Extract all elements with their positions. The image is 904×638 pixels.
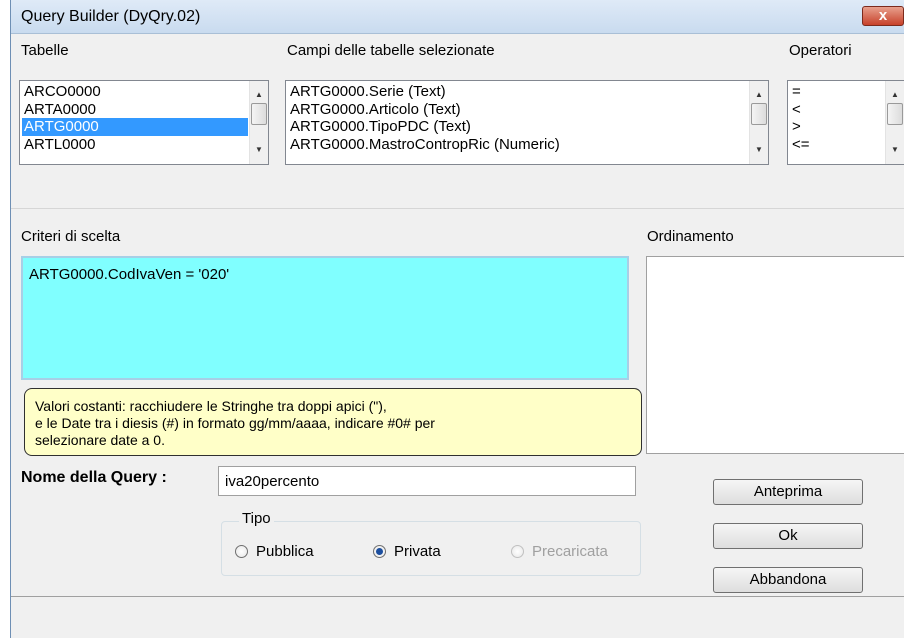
tipo-label: Tipo bbox=[239, 510, 274, 527]
list-item[interactable]: < bbox=[790, 101, 896, 119]
criteri-text: ARTG0000.CodIvaVen = '020' bbox=[29, 266, 230, 283]
hint-line: selezionare date a 0. bbox=[35, 432, 165, 448]
tabelle-label: Tabelle bbox=[21, 42, 69, 59]
list-item-selected[interactable]: ARTG0000 bbox=[22, 118, 248, 136]
list-item[interactable]: = bbox=[790, 83, 896, 101]
radio-label: Pubblica bbox=[256, 543, 314, 560]
close-button[interactable]: x bbox=[862, 6, 904, 26]
scroll-thumb[interactable] bbox=[751, 103, 767, 125]
list-item[interactable]: ARTG0000.Serie (Text) bbox=[288, 83, 748, 101]
window-title: Query Builder (DyQry.02) bbox=[21, 8, 201, 25]
scroll-thumb[interactable] bbox=[251, 103, 267, 125]
ok-button[interactable]: Ok bbox=[713, 523, 863, 549]
operatori-listbox[interactable]: = < > <= ▲ ▼ bbox=[787, 80, 904, 165]
scroll-down-icon[interactable]: ▼ bbox=[886, 142, 904, 158]
list-item[interactable]: ARTG0000.Articolo (Text) bbox=[288, 101, 748, 119]
divider bbox=[11, 208, 904, 209]
campi-label: Campi delle tabelle selezionate bbox=[287, 42, 495, 59]
operatori-label: Operatori bbox=[789, 42, 852, 59]
tabelle-scrollbar[interactable]: ▲ ▼ bbox=[249, 81, 268, 164]
scroll-down-icon[interactable]: ▼ bbox=[250, 142, 268, 158]
hint-line: e le Date tra i diesis (#) in formato gg… bbox=[35, 415, 435, 431]
radio-pubblica[interactable]: Pubblica bbox=[235, 543, 314, 560]
radio-checked-icon[interactable] bbox=[373, 545, 386, 558]
query-name-input[interactable]: iva20percento bbox=[218, 466, 636, 496]
hint-line: Valori costanti: racchiudere le Stringhe… bbox=[35, 398, 387, 414]
cancel-button[interactable]: Abbandona bbox=[713, 567, 863, 593]
status-bar bbox=[11, 596, 904, 638]
list-item[interactable]: ARTG0000.TipoPDC (Text) bbox=[288, 118, 748, 136]
close-icon: x bbox=[878, 7, 888, 24]
criteri-label: Criteri di scelta bbox=[21, 228, 121, 245]
scroll-up-icon[interactable]: ▲ bbox=[250, 87, 268, 103]
radio-label: Precaricata bbox=[532, 543, 608, 560]
list-item[interactable]: ARTA0000 bbox=[22, 101, 248, 119]
list-item[interactable]: ARCO0000 bbox=[22, 83, 248, 101]
scroll-up-icon[interactable]: ▲ bbox=[886, 87, 904, 103]
campi-listbox[interactable]: ARTG0000.Serie (Text) ARTG0000.Articolo … bbox=[285, 80, 769, 165]
preview-button[interactable]: Anteprima bbox=[713, 479, 863, 505]
list-item[interactable]: ARTG0000.MastroContropRic (Numeric) bbox=[288, 136, 748, 154]
criteri-textarea[interactable]: ARTG0000.CodIvaVen = '020' bbox=[21, 256, 629, 380]
radio-privata[interactable]: Privata bbox=[373, 543, 441, 560]
query-builder-window: Query Builder (DyQry.02) x Tabelle ARCO0… bbox=[10, 0, 904, 638]
radio-label: Privata bbox=[394, 543, 441, 560]
operatori-scrollbar[interactable]: ▲ ▼ bbox=[885, 81, 904, 164]
radio-unchecked-icon bbox=[511, 545, 524, 558]
ordinamento-label: Ordinamento bbox=[647, 228, 734, 245]
campi-scrollbar[interactable]: ▲ ▼ bbox=[749, 81, 768, 164]
hint-note: Valori costanti: racchiudere le Stringhe… bbox=[24, 388, 642, 456]
query-name-label: Nome della Query : bbox=[21, 469, 167, 486]
list-item[interactable]: > bbox=[790, 118, 896, 136]
list-item[interactable]: ARTL0000 bbox=[22, 136, 248, 154]
scroll-up-icon[interactable]: ▲ bbox=[750, 87, 768, 103]
scroll-down-icon[interactable]: ▼ bbox=[750, 142, 768, 158]
ordinamento-listbox[interactable] bbox=[646, 256, 904, 454]
title-bar[interactable]: Query Builder (DyQry.02) x bbox=[11, 0, 904, 34]
scroll-thumb[interactable] bbox=[887, 103, 903, 125]
tabelle-listbox[interactable]: ARCO0000 ARTA0000 ARTG0000 ARTL0000 ▲ ▼ bbox=[19, 80, 269, 165]
radio-precaricata: Precaricata bbox=[511, 543, 608, 560]
radio-unchecked-icon[interactable] bbox=[235, 545, 248, 558]
list-item[interactable]: <= bbox=[790, 136, 896, 154]
query-name-value: iva20percento bbox=[225, 473, 320, 490]
